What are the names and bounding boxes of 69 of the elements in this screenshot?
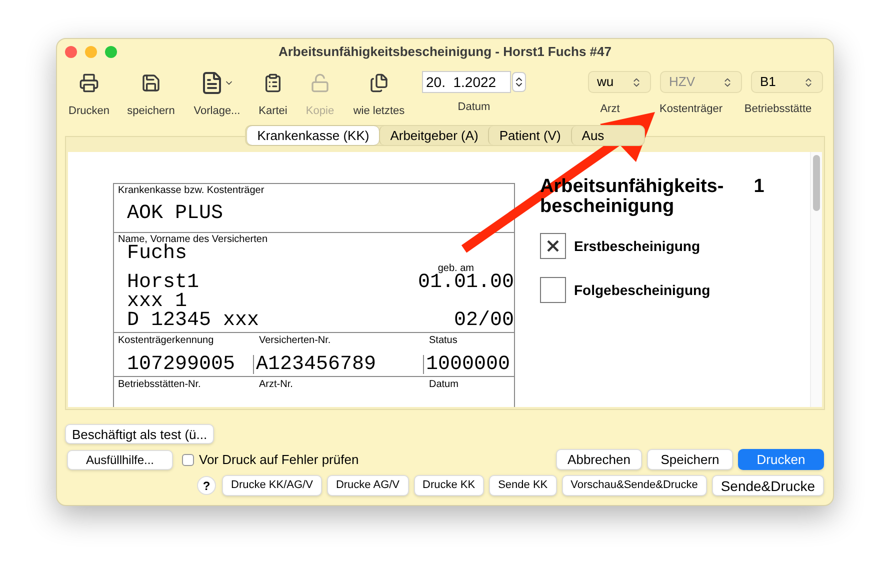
stepper-icon[interactable] [512, 72, 526, 92]
city-value: D 12345 xxx [126, 311, 260, 330]
action-button[interactable]: Speichern [647, 449, 733, 470]
action-button[interactable]: Drucken [738, 449, 824, 470]
street-value: xxx 1 [126, 292, 188, 311]
field-label: Kostenträgerkennung [118, 334, 214, 347]
popup-button[interactable]: wu [588, 71, 651, 93]
valid-until-value: 02/00 [454, 311, 514, 330]
fill-help-button[interactable]: Ausfüllhilfe... [67, 450, 173, 470]
tab[interactable]: Arbeitgeber (A) [379, 126, 488, 145]
close-button[interactable] [65, 46, 77, 58]
field-value: A123456789 [253, 355, 376, 374]
send-button[interactable]: Sende&Drucke [712, 475, 824, 496]
birth-date-value: 01.01.00 [418, 273, 514, 292]
toolbar-button[interactable]: Kartei [251, 71, 295, 120]
up-down-chevron-icon [803, 76, 814, 88]
popup-label: Kostenträger [658, 102, 724, 117]
checkbox[interactable] [182, 454, 194, 466]
up-down-chevron-icon [631, 76, 642, 88]
save-icon [141, 73, 161, 93]
popup-button[interactable]: B1 [751, 71, 823, 93]
popup-label: Betriebsstätte [743, 102, 813, 117]
checkbox[interactable] [540, 233, 566, 259]
documents-icon [369, 73, 389, 93]
surname-value: Fuchs [127, 244, 188, 263]
field-label: Krankenkasse bzw. Kostenträger [118, 185, 266, 197]
date-label: Datum [458, 100, 490, 115]
field-value: 107299005 [126, 355, 236, 374]
field-label: Betriebsstätten-Nr. [118, 378, 201, 391]
action-button[interactable]: Abbrechen [556, 449, 642, 470]
toolbar-button[interactable]: speichern [119, 71, 183, 120]
send-button[interactable]: Drucke AG/V [326, 475, 409, 496]
date-field[interactable]: 20. 1.2022 [422, 71, 511, 93]
checkbox-label: Erstbescheinigung [574, 236, 700, 256]
employment-button[interactable]: Beschäftigt als test (ü... [65, 424, 214, 444]
checkbox[interactable] [540, 277, 566, 303]
send-button[interactable]: Drucke KK [414, 475, 484, 496]
field-label: Arzt-Nr. [259, 378, 293, 391]
field-label: Status [429, 334, 458, 347]
toolbar-button[interactable]: wie letztes [345, 71, 413, 120]
insurer-value: AOK PLUS [126, 201, 224, 223]
field-label: geb. am [438, 263, 474, 274]
toolbar-button[interactable]: Vorlage... [185, 71, 249, 120]
cross-mark-icon [546, 239, 560, 253]
unlocked-icon [310, 73, 330, 93]
zoom-button[interactable] [105, 46, 117, 58]
first-name-value: Horst1 [126, 273, 200, 292]
window-title: Arbeitsunfähigkeitsbescheinigung - Horst1 Fuchs #47 [277, 43, 612, 62]
checkbox-label: Vor Druck auf Fehler prüfen [199, 450, 359, 469]
printer-icon [79, 73, 99, 93]
send-button[interactable]: Sende KK [489, 475, 557, 496]
checkbox-label: Folgebescheinigung [574, 280, 710, 300]
send-button[interactable]: Vorschau&Sende&Drucke [562, 475, 707, 496]
toolbar-button[interactable]: Drucken [61, 71, 117, 120]
scrollbar[interactable] [810, 152, 822, 407]
document-dropdown-icon [200, 71, 234, 95]
field-value: 1000000 [423, 355, 510, 374]
field-label: Versicherten-Nr. [259, 334, 331, 347]
tab[interactable]: Patient (V) [488, 126, 571, 145]
tab[interactable]: Krankenkasse (KK) [247, 126, 380, 145]
minimize-button[interactable] [85, 46, 97, 58]
help-button[interactable]: ? [197, 476, 216, 495]
page-number: 1 [754, 177, 764, 199]
field-label: Name, Vorname des Versicherten [118, 234, 269, 245]
popup-label: Arzt [599, 102, 621, 117]
clipboard-icon [263, 73, 283, 93]
up-down-chevron-icon [722, 76, 733, 88]
field-label: Datum [429, 378, 458, 391]
send-button[interactable]: Drucke KK/AG/V [222, 475, 322, 496]
